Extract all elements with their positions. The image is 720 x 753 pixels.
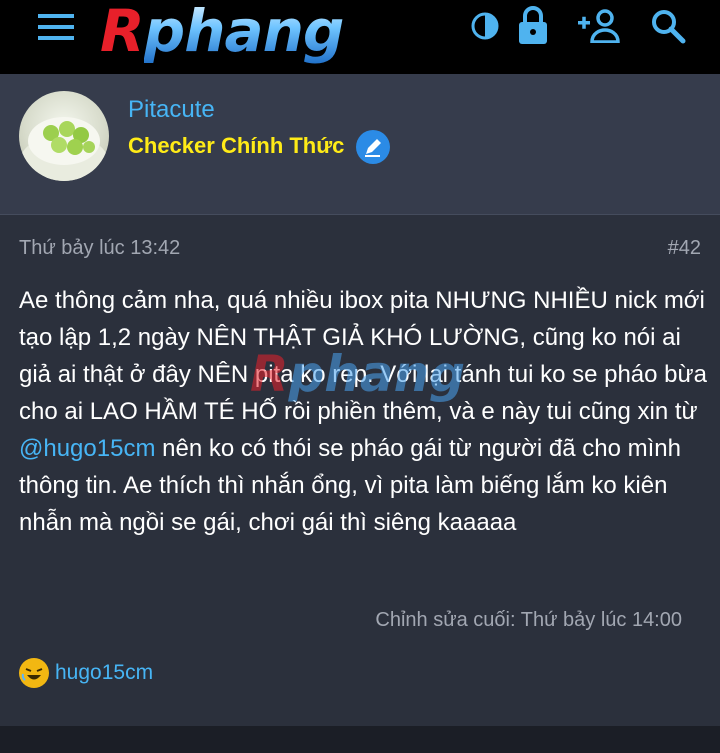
avatar[interactable]	[19, 91, 109, 181]
search-icon[interactable]	[650, 8, 686, 44]
last-edited-note: Chỉnh sửa cuối: Thứ bảy lúc 14:00	[375, 609, 682, 631]
post-author-name[interactable]: Pitacute	[128, 96, 215, 124]
user-title: Checker Chính Thức	[128, 133, 345, 158]
lock-icon[interactable]	[517, 6, 549, 44]
laughing-emoji-icon	[19, 658, 49, 688]
add-person-icon[interactable]	[578, 9, 622, 43]
post-number[interactable]: #42	[668, 236, 701, 260]
avatar-image	[20, 117, 108, 181]
reaction-username[interactable]: hugo15cm	[55, 660, 153, 686]
verified-badge-icon	[356, 130, 390, 164]
post-author-block: Pitacute Checker Chính Thức	[0, 74, 720, 215]
top-navigation-bar: Rphang	[0, 0, 720, 74]
hamburger-menu-icon[interactable]	[38, 12, 74, 42]
contrast-icon[interactable]	[470, 11, 500, 41]
post-timestamp[interactable]: Thứ bảy lúc 13:42	[19, 236, 180, 260]
post-body-text: Ae thông cảm nha, quá nhiều ibox pita NH…	[19, 287, 707, 425]
post-card: Pitacute Checker Chính Thức Thứ bảy lúc …	[0, 74, 720, 726]
post-body: Ae thông cảm nha, quá nhiều ibox pita NH…	[19, 282, 709, 541]
user-mention-link[interactable]: @hugo15cm	[19, 435, 155, 462]
site-logo[interactable]: Rphang	[100, 2, 445, 60]
